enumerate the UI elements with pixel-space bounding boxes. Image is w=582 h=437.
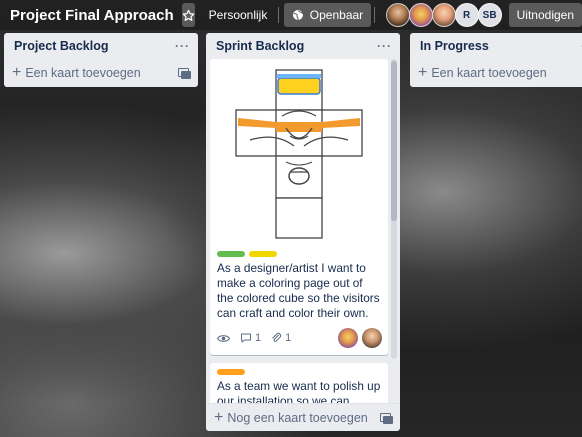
add-card-button[interactable]: + Een kaart toevoegen: [4, 59, 198, 87]
comment-icon: [241, 333, 251, 343]
avatar[interactable]: [408, 3, 433, 27]
more-icon[interactable]: ···: [377, 40, 392, 52]
card[interactable]: As a team we want to polish up our insta…: [210, 363, 388, 403]
more-icon[interactable]: ···: [175, 40, 190, 52]
list-in-progress: In Progress ··· + Een kaart toevoegen: [410, 33, 582, 87]
add-card-button[interactable]: + Een kaart toevoegen: [410, 59, 582, 87]
add-card-button[interactable]: + Nog een kaart toevoegen: [206, 403, 400, 432]
board-members: R SB: [385, 3, 502, 27]
public-visibility-label: Openbaar: [309, 8, 364, 22]
card[interactable]: As a designer/artist I want to make a co…: [210, 59, 388, 355]
card-labels: [217, 369, 382, 375]
avatar[interactable]: [385, 3, 410, 27]
card-title: As a team we want to polish up our insta…: [217, 379, 381, 403]
star-icon: [182, 9, 194, 21]
card-members: [338, 328, 382, 348]
card-badges: 1 1: [217, 327, 382, 349]
invite-button[interactable]: Uitnodigen: [508, 3, 582, 27]
add-card-label: Nog een kaart toevoegen: [227, 411, 368, 425]
comments-badge: 1: [240, 332, 261, 344]
globe-icon: [292, 10, 303, 21]
watch-badge: [217, 333, 230, 344]
card-labels: [217, 251, 382, 257]
coloring-cube-image: [235, 69, 363, 239]
attachments-badge: 1: [271, 332, 291, 344]
star-button[interactable]: [181, 3, 195, 27]
list-header: In Progress ···: [410, 33, 582, 59]
avatar[interactable]: SB: [477, 3, 502, 27]
attachment-count: 1: [285, 332, 292, 344]
avatar[interactable]: [338, 328, 358, 348]
comment-count: 1: [255, 332, 262, 344]
card-list: As a designer/artist I want to make a co…: [206, 59, 400, 403]
card-template-icon[interactable]: [178, 68, 191, 79]
scrollbar-thumb[interactable]: [391, 61, 397, 221]
card-body: As a team we want to polish up our insta…: [210, 363, 388, 403]
card-cover-image: [210, 59, 388, 245]
green-label[interactable]: [217, 251, 245, 257]
add-card-label: Een kaart toevoegen: [25, 66, 141, 80]
list-title[interactable]: Sprint Backlog: [216, 39, 304, 53]
list-project-backlog: Project Backlog ··· + Een kaart toevoege…: [4, 33, 198, 87]
plus-icon: +: [12, 64, 22, 81]
avatar[interactable]: [362, 328, 382, 348]
board-title[interactable]: Project Final Approach: [10, 7, 174, 24]
card-template-icon[interactable]: [380, 413, 393, 424]
list-title[interactable]: In Progress: [420, 39, 489, 53]
add-card-label: Een kaart toevoegen: [431, 66, 547, 80]
list-title[interactable]: Project Backlog: [14, 39, 108, 53]
board-header: Project Final Approach Persoonlijk Openb…: [0, 0, 582, 30]
team-visibility-button[interactable]: Persoonlijk: [201, 3, 276, 27]
paperclip-icon: [272, 332, 282, 342]
plus-icon: +: [214, 409, 224, 426]
public-visibility-button[interactable]: Openbaar: [283, 3, 372, 27]
list-header: Sprint Backlog ···: [206, 33, 400, 59]
avatar[interactable]: [431, 3, 456, 27]
avatar[interactable]: R: [454, 3, 479, 27]
eye-icon: [217, 334, 230, 342]
list-header: Project Backlog ···: [4, 33, 198, 59]
plus-icon: +: [418, 64, 428, 81]
yellow-label[interactable]: [249, 251, 277, 257]
list-sprint-backlog: Sprint Backlog ··· As a designer/artist …: [206, 33, 400, 431]
orange-label[interactable]: [217, 369, 245, 375]
list-scrollbar[interactable]: [391, 59, 397, 359]
card-body: As a designer/artist I want to make a co…: [210, 245, 388, 355]
card-title: As a designer/artist I want to make a co…: [217, 261, 380, 320]
